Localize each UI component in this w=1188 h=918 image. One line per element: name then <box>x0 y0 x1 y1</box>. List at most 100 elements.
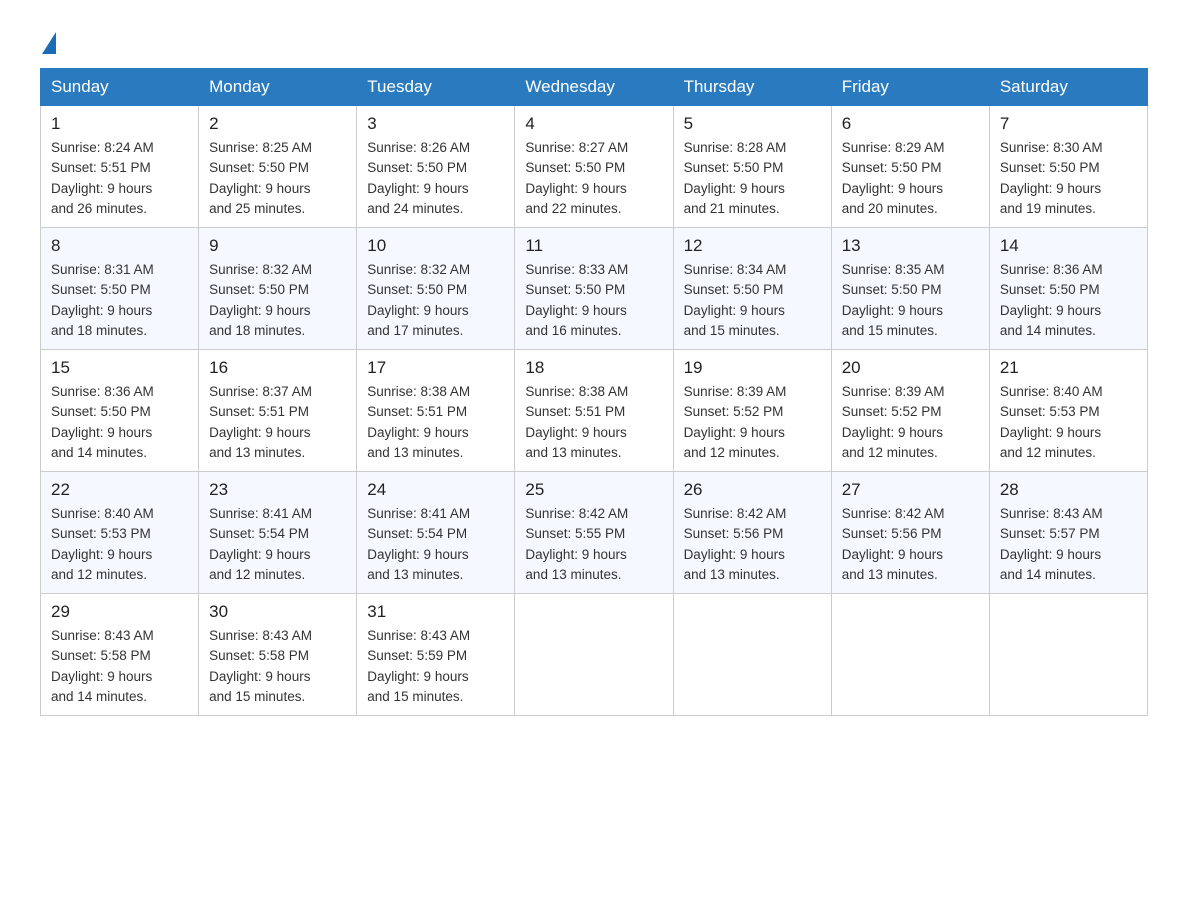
day-cell: 29Sunrise: 8:43 AMSunset: 5:58 PMDayligh… <box>41 594 199 716</box>
day-info: Sunrise: 8:43 AMSunset: 5:58 PMDaylight:… <box>209 628 312 704</box>
day-info: Sunrise: 8:41 AMSunset: 5:54 PMDaylight:… <box>209 506 312 582</box>
day-info: Sunrise: 8:29 AMSunset: 5:50 PMDaylight:… <box>842 140 945 216</box>
day-cell: 2 Sunrise: 8:25 AMSunset: 5:50 PMDaylight… <box>199 106 357 228</box>
day-info: Sunrise: 8:27 AMSunset: 5:50 PMDaylight:… <box>525 140 628 216</box>
day-number: 24 <box>367 480 504 500</box>
col-header-sunday: Sunday <box>41 69 199 106</box>
day-cell: 22 Sunrise: 8:40 AMSunset: 5:53 PMDayligh… <box>41 472 199 594</box>
day-number: 10 <box>367 236 504 256</box>
day-cell: 30 Sunrise: 8:43 AMSunset: 5:58 PMDayligh… <box>199 594 357 716</box>
day-info: Sunrise: 8:35 AMSunset: 5:50 PMDaylight:… <box>842 262 945 338</box>
day-info: Sunrise: 8:40 AMSunset: 5:53 PMDaylight:… <box>1000 384 1103 460</box>
day-info: Sunrise: 8:36 AMSunset: 5:50 PMDaylight:… <box>51 384 154 460</box>
day-cell: 20Sunrise: 8:39 AMSunset: 5:52 PMDayligh… <box>831 350 989 472</box>
day-number: 28 <box>1000 480 1137 500</box>
day-number: 9 <box>209 236 346 256</box>
col-header-saturday: Saturday <box>989 69 1147 106</box>
day-cell <box>515 594 673 716</box>
day-cell: 5 Sunrise: 8:28 AMSunset: 5:50 PMDaylight… <box>673 106 831 228</box>
day-info: Sunrise: 8:39 AMSunset: 5:52 PMDaylight:… <box>684 384 787 460</box>
calendar-table: SundayMondayTuesdayWednesdayThursdayFrid… <box>40 68 1148 716</box>
logo <box>40 30 58 52</box>
day-number: 27 <box>842 480 979 500</box>
week-row-2: 8 Sunrise: 8:31 AMSunset: 5:50 PMDaylight… <box>41 228 1148 350</box>
day-info: Sunrise: 8:32 AMSunset: 5:50 PMDaylight:… <box>367 262 470 338</box>
day-info: Sunrise: 8:40 AMSunset: 5:53 PMDaylight:… <box>51 506 154 582</box>
day-info: Sunrise: 8:43 AMSunset: 5:59 PMDaylight:… <box>367 628 470 704</box>
col-header-tuesday: Tuesday <box>357 69 515 106</box>
day-cell: 15 Sunrise: 8:36 AMSunset: 5:50 PMDayligh… <box>41 350 199 472</box>
week-row-5: 29Sunrise: 8:43 AMSunset: 5:58 PMDayligh… <box>41 594 1148 716</box>
day-info: Sunrise: 8:43 AMSunset: 5:58 PMDaylight:… <box>51 628 154 704</box>
day-number: 16 <box>209 358 346 378</box>
day-cell: 25 Sunrise: 8:42 AMSunset: 5:55 PMDayligh… <box>515 472 673 594</box>
day-number: 13 <box>842 236 979 256</box>
day-number: 14 <box>1000 236 1137 256</box>
day-number: 15 <box>51 358 188 378</box>
day-info: Sunrise: 8:32 AMSunset: 5:50 PMDaylight:… <box>209 262 312 338</box>
day-info: Sunrise: 8:25 AMSunset: 5:50 PMDaylight:… <box>209 140 312 216</box>
day-cell: 23Sunrise: 8:41 AMSunset: 5:54 PMDayligh… <box>199 472 357 594</box>
logo-triangle-icon <box>42 32 56 54</box>
header <box>40 30 1148 52</box>
day-info: Sunrise: 8:26 AMSunset: 5:50 PMDaylight:… <box>367 140 470 216</box>
col-header-friday: Friday <box>831 69 989 106</box>
day-number: 2 <box>209 114 346 134</box>
day-number: 31 <box>367 602 504 622</box>
day-info: Sunrise: 8:43 AMSunset: 5:57 PMDaylight:… <box>1000 506 1103 582</box>
day-number: 17 <box>367 358 504 378</box>
col-header-monday: Monday <box>199 69 357 106</box>
day-number: 19 <box>684 358 821 378</box>
day-number: 5 <box>684 114 821 134</box>
day-number: 18 <box>525 358 662 378</box>
day-cell: 21 Sunrise: 8:40 AMSunset: 5:53 PMDayligh… <box>989 350 1147 472</box>
col-header-thursday: Thursday <box>673 69 831 106</box>
day-cell: 12Sunrise: 8:34 AMSunset: 5:50 PMDayligh… <box>673 228 831 350</box>
day-number: 1 <box>51 114 188 134</box>
day-info: Sunrise: 8:38 AMSunset: 5:51 PMDaylight:… <box>525 384 628 460</box>
week-row-1: 1Sunrise: 8:24 AMSunset: 5:51 PMDaylight… <box>41 106 1148 228</box>
day-number: 20 <box>842 358 979 378</box>
day-info: Sunrise: 8:31 AMSunset: 5:50 PMDaylight:… <box>51 262 154 338</box>
day-cell: 24 Sunrise: 8:41 AMSunset: 5:54 PMDayligh… <box>357 472 515 594</box>
header-row: SundayMondayTuesdayWednesdayThursdayFrid… <box>41 69 1148 106</box>
day-number: 3 <box>367 114 504 134</box>
day-cell: 1Sunrise: 8:24 AMSunset: 5:51 PMDaylight… <box>41 106 199 228</box>
day-cell <box>989 594 1147 716</box>
day-cell: 31 Sunrise: 8:43 AMSunset: 5:59 PMDayligh… <box>357 594 515 716</box>
day-cell: 13 Sunrise: 8:35 AMSunset: 5:50 PMDayligh… <box>831 228 989 350</box>
day-cell: 26 Sunrise: 8:42 AMSunset: 5:56 PMDayligh… <box>673 472 831 594</box>
day-number: 26 <box>684 480 821 500</box>
day-info: Sunrise: 8:28 AMSunset: 5:50 PMDaylight:… <box>684 140 787 216</box>
day-cell: 6 Sunrise: 8:29 AMSunset: 5:50 PMDaylight… <box>831 106 989 228</box>
day-number: 8 <box>51 236 188 256</box>
day-cell: 19 Sunrise: 8:39 AMSunset: 5:52 PMDayligh… <box>673 350 831 472</box>
day-cell: 14 Sunrise: 8:36 AMSunset: 5:50 PMDayligh… <box>989 228 1147 350</box>
day-number: 6 <box>842 114 979 134</box>
day-info: Sunrise: 8:42 AMSunset: 5:56 PMDaylight:… <box>842 506 945 582</box>
day-info: Sunrise: 8:41 AMSunset: 5:54 PMDaylight:… <box>367 506 470 582</box>
day-info: Sunrise: 8:36 AMSunset: 5:50 PMDaylight:… <box>1000 262 1103 338</box>
day-cell: 18 Sunrise: 8:38 AMSunset: 5:51 PMDayligh… <box>515 350 673 472</box>
day-cell: 8 Sunrise: 8:31 AMSunset: 5:50 PMDaylight… <box>41 228 199 350</box>
week-row-3: 15 Sunrise: 8:36 AMSunset: 5:50 PMDayligh… <box>41 350 1148 472</box>
day-number: 25 <box>525 480 662 500</box>
day-number: 22 <box>51 480 188 500</box>
day-cell: 11Sunrise: 8:33 AMSunset: 5:50 PMDayligh… <box>515 228 673 350</box>
day-info: Sunrise: 8:42 AMSunset: 5:56 PMDaylight:… <box>684 506 787 582</box>
day-info: Sunrise: 8:42 AMSunset: 5:55 PMDaylight:… <box>525 506 628 582</box>
day-number: 11 <box>525 236 662 256</box>
day-info: Sunrise: 8:37 AMSunset: 5:51 PMDaylight:… <box>209 384 312 460</box>
day-info: Sunrise: 8:30 AMSunset: 5:50 PMDaylight:… <box>1000 140 1103 216</box>
day-cell: 10 Sunrise: 8:32 AMSunset: 5:50 PMDayligh… <box>357 228 515 350</box>
day-cell: 17Sunrise: 8:38 AMSunset: 5:51 PMDayligh… <box>357 350 515 472</box>
day-number: 21 <box>1000 358 1137 378</box>
day-cell <box>831 594 989 716</box>
day-cell: 7Sunrise: 8:30 AMSunset: 5:50 PMDaylight… <box>989 106 1147 228</box>
day-cell <box>673 594 831 716</box>
day-cell: 4 Sunrise: 8:27 AMSunset: 5:50 PMDaylight… <box>515 106 673 228</box>
day-number: 4 <box>525 114 662 134</box>
day-number: 30 <box>209 602 346 622</box>
day-cell: 28 Sunrise: 8:43 AMSunset: 5:57 PMDayligh… <box>989 472 1147 594</box>
day-cell: 3 Sunrise: 8:26 AMSunset: 5:50 PMDaylight… <box>357 106 515 228</box>
